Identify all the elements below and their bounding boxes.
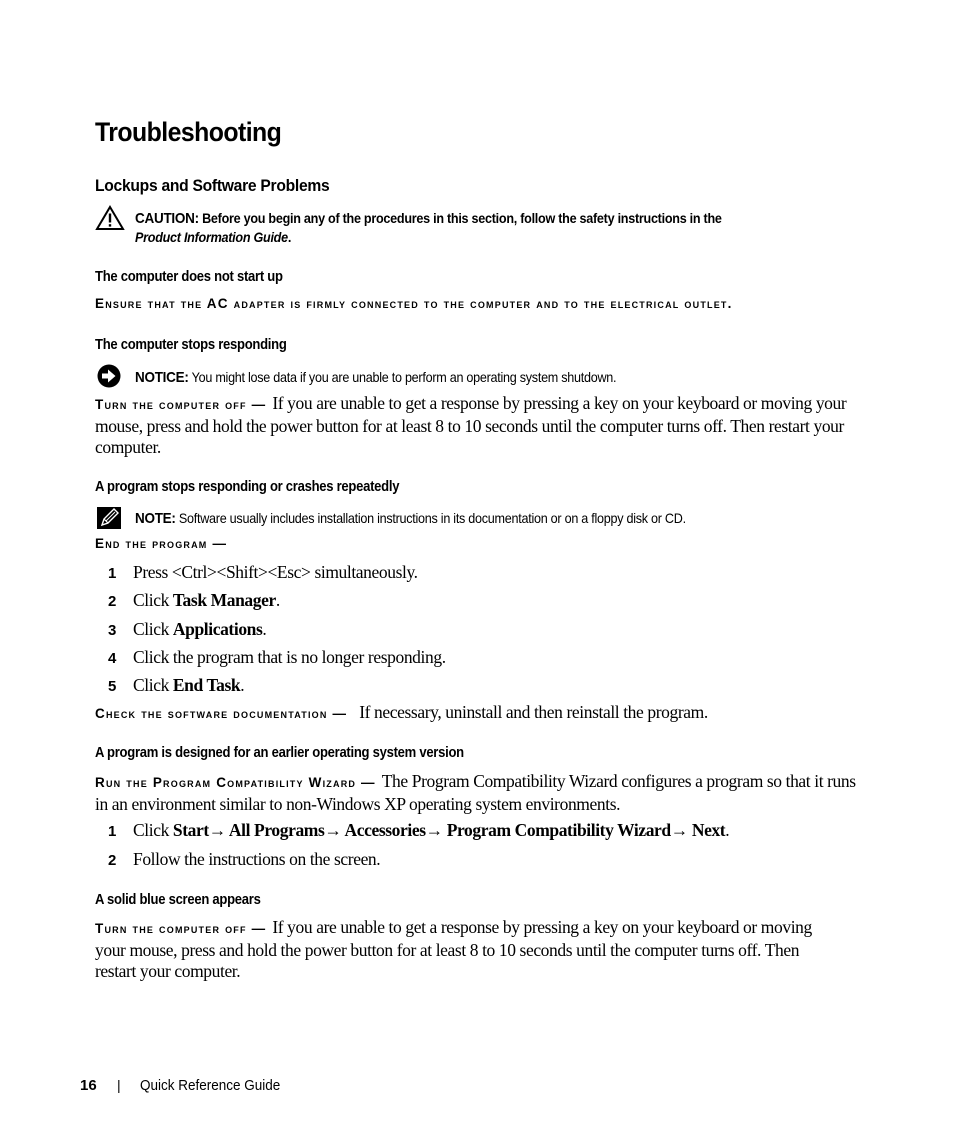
notice-label: NOTICE: — [135, 369, 189, 386]
caution-guide-reference: Product Information Guide — [135, 229, 288, 245]
list-item: 1 Press <Ctrl><Shift><Esc> simultaneously… — [108, 562, 418, 582]
notice-arrow-icon — [97, 364, 121, 388]
lead-compatibility-wizard: Run the Program Compatibility Wizard — — [95, 775, 376, 790]
menu-path: Start→ All Programs→ Accessories→ Progra… — [172, 820, 726, 840]
footer-guide-title: Quick Reference Guide — [140, 1077, 281, 1094]
list-item: 4 Click the program that is no longer res… — [108, 647, 446, 667]
lead-turn-off: Turn the computer off — — [95, 397, 267, 412]
note-block: NOTE: Software usually includes installa… — [135, 509, 686, 528]
subsection-title-earlier-os: A program is designed for an earlier ope… — [95, 745, 464, 761]
subsection-title-program-crashes: A program stops responding or crashes re… — [95, 479, 400, 495]
caution-text: Before you begin any of the procedures i… — [202, 210, 722, 226]
warning-triangle-icon — [95, 205, 125, 230]
note-text: Software usually includes installation i… — [178, 510, 686, 526]
section-title: Lockups and Software Problems — [95, 176, 330, 195]
page-number: 16 — [80, 1077, 97, 1094]
notice-text: You might lose data if you are unable to… — [191, 369, 617, 385]
paragraph-turn-off-1: Turn the computer off — If you are unable… — [95, 393, 847, 457]
subsection-title-no-start: The computer does not start up — [95, 269, 283, 285]
paragraph-turn-off-2: Turn the computer off — If you are unable… — [95, 917, 812, 981]
caution-label: CAUTION: — [135, 210, 199, 227]
lead-check-documentation: Check the software documentation — — [95, 706, 348, 721]
notice-block: NOTICE: You might lose data if you are u… — [135, 368, 617, 387]
list-item: 3 Click Applications. — [108, 619, 267, 639]
pencil-note-icon — [97, 507, 121, 529]
subsection-title-blue-screen: A solid blue screen appears — [95, 892, 261, 908]
list-item: 1 Click Start→ All Programs→ Accessories→… — [108, 820, 730, 840]
list-item: 2 Click Task Manager. — [108, 590, 280, 610]
instruction-ac-adapter: Ensure that the AC adapter is firmly con… — [95, 296, 733, 311]
paragraph-check-documentation: Check the software documentation — If nec… — [95, 702, 708, 722]
lead-turn-off: Turn the computer off — — [95, 921, 267, 936]
lead-end-program: End the program — — [95, 536, 228, 551]
subsection-title-stops-responding: The computer stops responding — [95, 337, 287, 353]
footer-separator: | — [117, 1077, 121, 1093]
note-label: NOTE: — [135, 510, 176, 527]
paragraph-compatibility-wizard: Run the Program Compatibility Wizard — Th… — [95, 771, 856, 814]
list-item: 5 Click End Task. — [108, 675, 245, 695]
page-title: Troubleshooting — [95, 117, 282, 147]
list-item: 2 Follow the instructions on the screen. — [108, 849, 381, 869]
